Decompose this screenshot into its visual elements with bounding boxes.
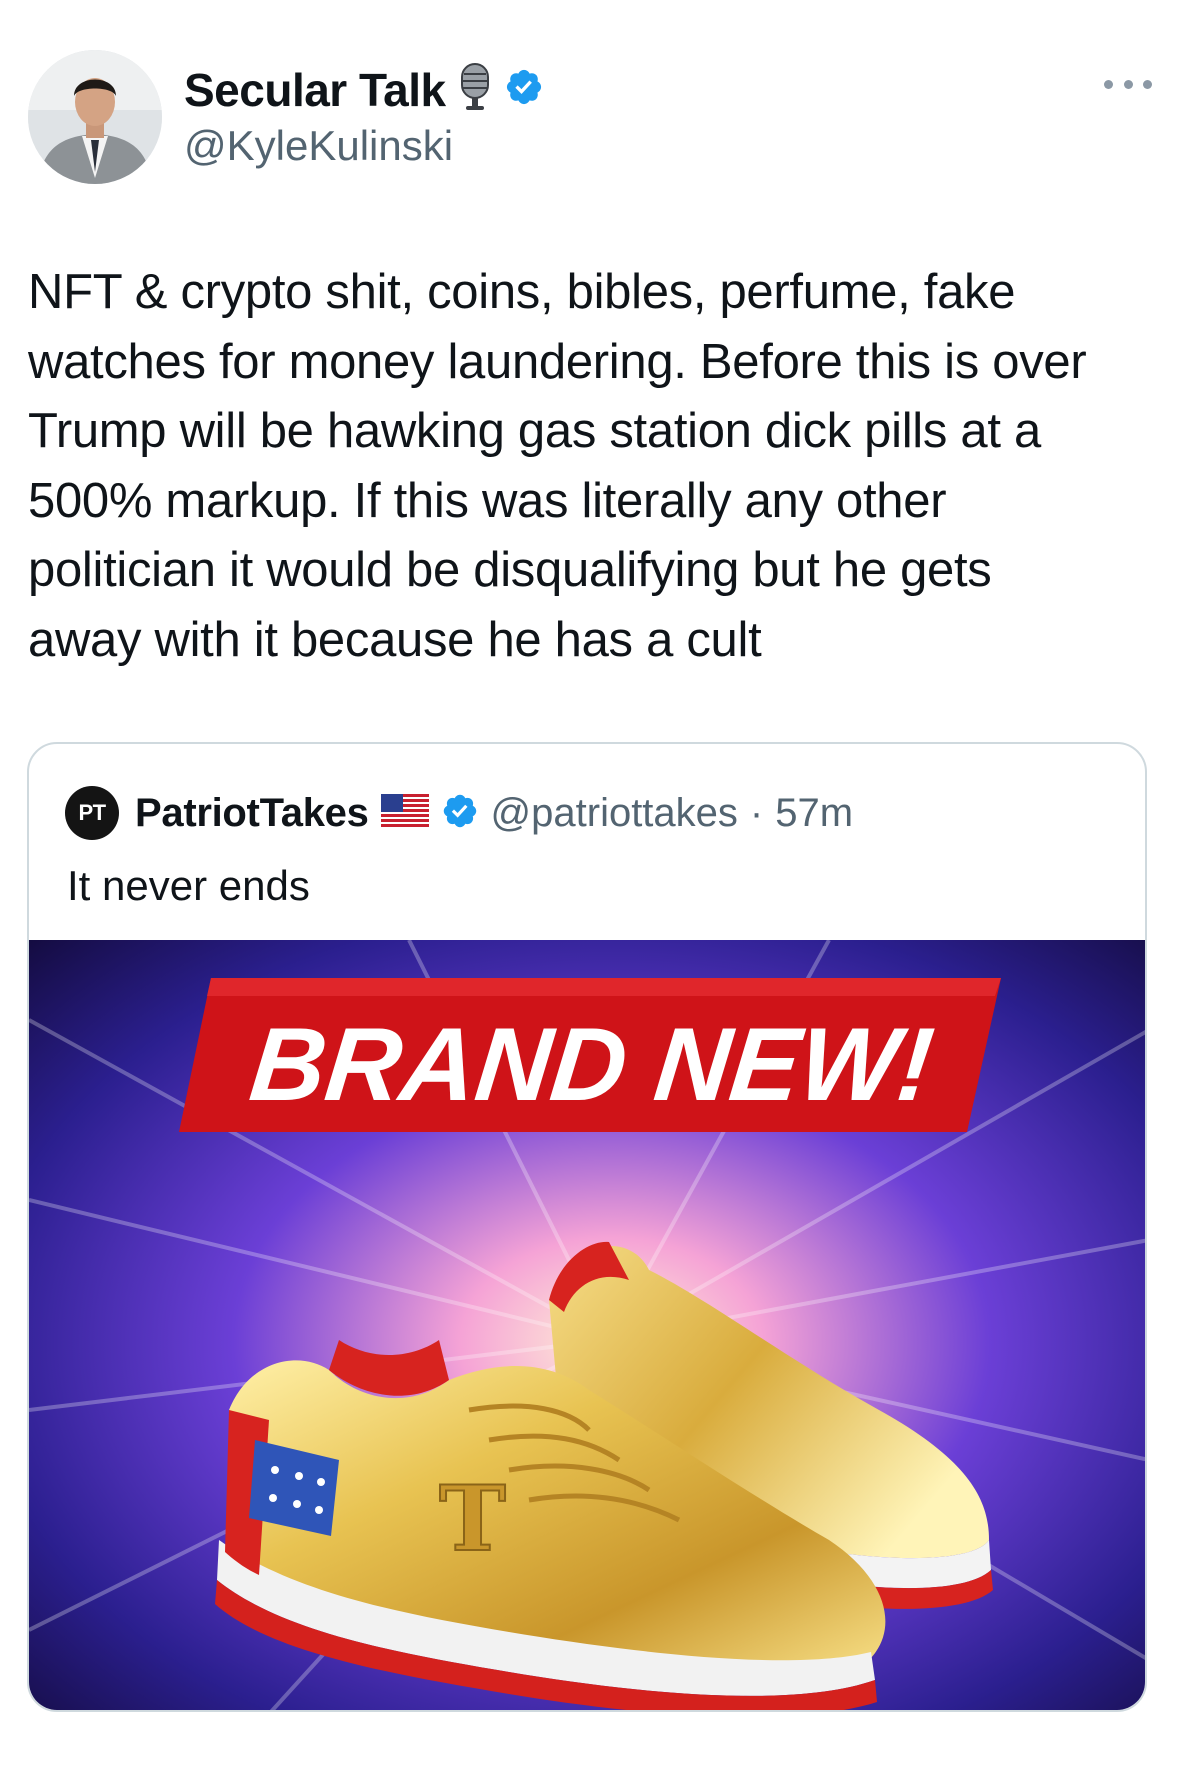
separator-dot: · [749, 790, 764, 835]
user-handle[interactable]: @KyleKulinski [184, 122, 453, 170]
tweet-text: NFT & crypto shit, coins, bibles, perfum… [28, 265, 1087, 667]
avatar[interactable] [28, 50, 162, 184]
display-name[interactable]: Secular Talk [184, 63, 446, 117]
banner-text: BRAND NEW! [245, 1007, 939, 1123]
quoted-avatar[interactable]: PT [65, 786, 119, 840]
quoted-tweet[interactable]: PT PatriotTakes @patriottakes · 57m It n… [27, 742, 1147, 1712]
more-options-icon[interactable] [1104, 74, 1152, 94]
shoe-logo-letter: T [439, 1466, 506, 1572]
more-dot [1123, 79, 1133, 89]
verified-badge-icon [441, 792, 479, 835]
quoted-tweet-header: PT PatriotTakes @patriottakes · 57m [65, 786, 853, 840]
microphone-icon [458, 62, 492, 117]
us-flag-icon [380, 793, 429, 833]
brand-new-banner: BRAND NEW! [179, 978, 1001, 1132]
verified-badge-icon [504, 67, 544, 112]
quoted-media-image[interactable]: BRAND NEW! T [29, 940, 1145, 1710]
quoted-tweet-text: It never ends [67, 862, 310, 909]
tweet: Secular Talk @KyleKulinski NFT & crypto … [0, 0, 1179, 1770]
tweet-header: Secular Talk @KyleKulinski [28, 50, 1158, 185]
more-dot [1143, 79, 1152, 89]
quoted-display-name[interactable]: PatriotTakes [135, 791, 369, 836]
name-row: Secular Talk [184, 62, 544, 117]
more-dot [1104, 79, 1113, 89]
quoted-avatar-text: PT [78, 800, 106, 825]
quoted-timestamp[interactable]: 57m [775, 791, 853, 836]
quoted-handle[interactable]: @patriottakes [491, 791, 738, 836]
